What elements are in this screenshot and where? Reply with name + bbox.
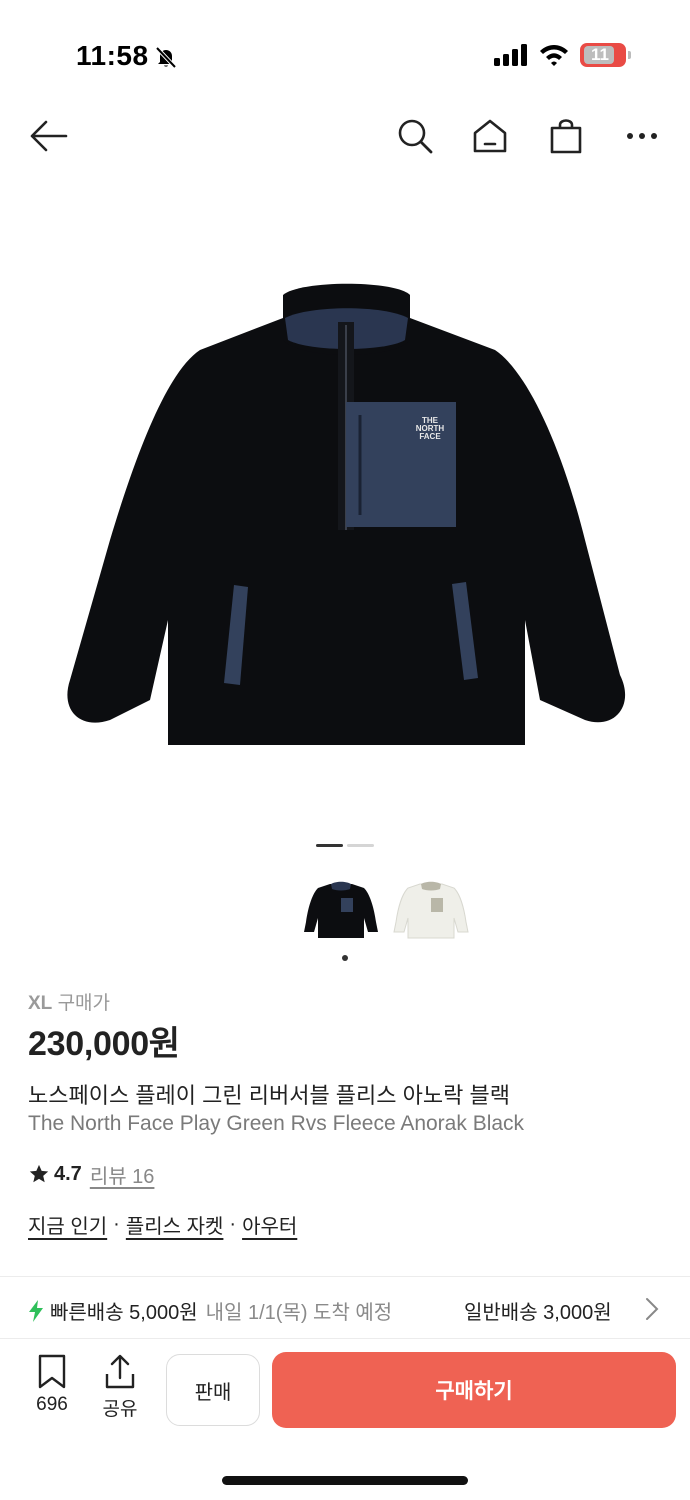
signal-icon <box>494 44 527 66</box>
category-separator: · <box>229 1213 237 1235</box>
divider <box>0 1276 690 1277</box>
price-type-label: 구매가 <box>57 993 111 1014</box>
star-icon <box>29 1164 49 1183</box>
back-arrow-icon[interactable] <box>26 114 70 158</box>
fast-shipping-option[interactable]: 빠른배송 5,000원 내일 1/1(목) 도착 예정 <box>28 1296 392 1325</box>
battery-nub <box>628 51 631 59</box>
rating-row: 4.7 리뷰 16 <box>28 1160 154 1188</box>
battery-icon: 11 <box>580 43 626 67</box>
shopping-bag-icon[interactable] <box>544 114 588 158</box>
product-name-ko: 노스페이스 플레이 그린 리버서블 플리스 아노락 블랙 <box>28 1083 510 1108</box>
share-button[interactable]: 공유 <box>98 1354 142 1421</box>
wishlist-count: 696 <box>36 1394 68 1415</box>
chevron-right-icon[interactable] <box>644 1296 660 1322</box>
fast-shipping-date: 내일 1/1(목) 도착 예정 <box>205 1302 393 1324</box>
category-separator: · <box>113 1213 120 1235</box>
price: 230,000원 <box>28 1025 180 1063</box>
size-price-type: XL 구매가 <box>28 988 110 1015</box>
category-links: 지금 인기 · 플리스 자켓 · 아우터 <box>28 1210 297 1239</box>
size-label: XL <box>28 993 53 1014</box>
color-thumbnails <box>300 874 480 944</box>
thumbnail-selected-dot <box>342 955 348 961</box>
wifi-icon <box>540 45 568 66</box>
top-nav <box>0 100 690 170</box>
home-icon[interactable] <box>468 114 512 158</box>
pager-dot-active <box>316 844 343 847</box>
fast-shipping-label: 빠른배송 5,000원 <box>50 1302 198 1324</box>
wishlist-button[interactable]: 696 <box>30 1354 74 1416</box>
pager-dot-inactive <box>347 844 374 847</box>
normal-shipping-option[interactable]: 일반배송 3,000원 <box>464 1296 632 1325</box>
shipping-options[interactable]: 빠른배송 5,000원 내일 1/1(목) 도착 예정 일반배송 3,000원 <box>28 1296 690 1330</box>
share-icon <box>105 1354 135 1389</box>
category-link-fleece-jacket[interactable]: 플리스 자켓 <box>126 1210 224 1239</box>
product-image[interactable]: THE NORTH FACE <box>0 200 690 820</box>
thumbnail-cream[interactable] <box>390 874 472 944</box>
divider <box>0 1338 690 1339</box>
bell-slash-icon <box>155 46 177 69</box>
search-icon[interactable] <box>393 114 437 158</box>
thumbnail-black[interactable] <box>300 874 382 944</box>
status-bar: 11:58 11 <box>0 0 690 100</box>
svg-text:FACE: FACE <box>419 432 441 441</box>
category-link-outer[interactable]: 아우터 <box>242 1210 297 1239</box>
status-time: 11:58 <box>76 40 149 71</box>
lightning-icon <box>29 1299 43 1322</box>
share-label: 공유 <box>102 1399 138 1420</box>
rating-score: 4.7 <box>54 1162 82 1185</box>
gallery-pager <box>316 844 374 847</box>
more-icon[interactable] <box>620 114 664 158</box>
category-link-trending[interactable]: 지금 인기 <box>28 1210 107 1239</box>
buy-button[interactable]: 구매하기 <box>272 1352 676 1428</box>
review-link[interactable]: 리뷰 16 <box>90 1160 155 1189</box>
product-name-en: The North Face Play Green Rvs Fleece Ano… <box>28 1112 525 1135</box>
battery-level: 11 <box>591 45 609 64</box>
home-indicator[interactable] <box>222 1476 468 1485</box>
sell-button[interactable]: 판매 <box>166 1354 260 1426</box>
bookmark-icon <box>38 1354 66 1389</box>
